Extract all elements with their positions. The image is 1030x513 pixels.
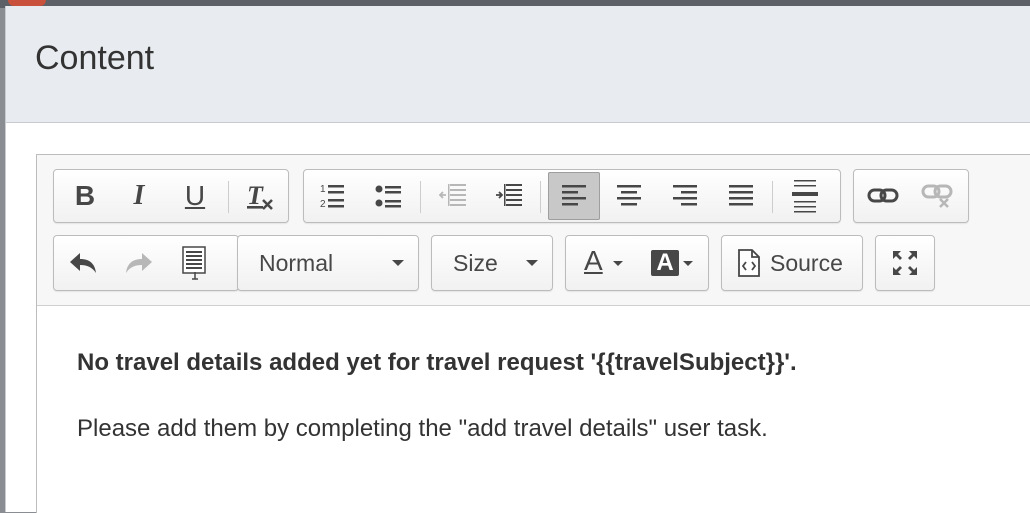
maximize-icon: [893, 251, 917, 275]
outdent-icon: [438, 184, 466, 206]
maximize-button[interactable]: [882, 241, 928, 285]
chevron-down-icon: [613, 260, 623, 266]
text-color-icon: A: [581, 245, 611, 281]
link-icon: [867, 188, 899, 203]
align-right-button[interactable]: [662, 174, 708, 218]
background-color-icon: A: [651, 249, 679, 276]
format-dropdown-label: Normal: [259, 250, 334, 276]
toolbar-separator: [420, 181, 421, 213]
bold-icon: B: [74, 180, 96, 211]
dialog-header: Content: [6, 6, 1030, 123]
numbered-list-icon: 1 2: [320, 184, 344, 210]
increase-indent-button[interactable]: [486, 174, 532, 218]
toolbar-separator: [228, 181, 229, 213]
editor-toolbar: B I U T 1 2 Normal Size A A Source: [37, 155, 1030, 306]
underline-button[interactable]: U: [172, 174, 218, 218]
horizontal-rule-button[interactable]: [782, 174, 828, 218]
source-group: Source: [721, 235, 863, 291]
align-center-button[interactable]: [606, 174, 652, 218]
bulleted-list-icon: [375, 185, 401, 208]
justify-icon: [729, 185, 753, 206]
remove-format-icon: T: [247, 181, 273, 210]
bulleted-list-button[interactable]: [366, 174, 412, 218]
underline-icon: U: [184, 180, 206, 211]
source-button-label: Source: [770, 249, 843, 276]
colors-group: A A: [565, 235, 709, 291]
svg-text:T: T: [247, 181, 264, 210]
format-dropdown[interactable]: Normal: [237, 235, 419, 291]
italic-icon: I: [133, 180, 145, 211]
undo-button[interactable]: [60, 241, 106, 285]
svg-text:2: 2: [320, 199, 326, 210]
chevron-down-icon: [683, 260, 693, 266]
numbered-list-button[interactable]: 1 2: [310, 174, 356, 218]
indent-icon: [496, 184, 522, 206]
paragraph-group: 1 2: [303, 169, 841, 223]
dialog-title: Content: [35, 39, 155, 77]
redo-button[interactable]: [116, 241, 162, 285]
italic-button[interactable]: I: [116, 174, 162, 218]
align-right-icon: [673, 185, 697, 206]
background-color-glyph: A: [656, 249, 674, 276]
text-color-button[interactable]: A: [572, 241, 632, 285]
history-group: [53, 235, 239, 291]
rich-text-editor: B I U T 1 2 Normal Size A A Source No tr…: [36, 154, 1030, 513]
align-left-icon: [562, 185, 586, 206]
links-group: [853, 169, 969, 223]
background-color-button[interactable]: A: [642, 241, 702, 285]
chevron-down-icon: [392, 260, 404, 266]
chevron-down-icon: [526, 260, 538, 266]
justify-button[interactable]: [718, 174, 764, 218]
size-dropdown[interactable]: Size: [431, 235, 553, 291]
decrease-indent-button[interactable]: [430, 174, 476, 218]
unlink-icon: [921, 184, 953, 208]
editor-content-area[interactable]: No travel details added yet for travel r…: [77, 349, 1017, 442]
text-color-glyph: A: [584, 245, 603, 276]
svg-text:1: 1: [320, 184, 326, 195]
content-dialog: Content B I U T 1 2 Normal Size A A Sour…: [5, 6, 1030, 513]
paste-from-word-button[interactable]: [172, 241, 218, 285]
align-center-icon: [617, 185, 641, 206]
toolbar-separator: [772, 181, 773, 213]
source-icon: [738, 249, 760, 277]
tools-group: [875, 235, 935, 291]
link-button[interactable]: [860, 174, 906, 218]
paste-icon: [182, 246, 206, 280]
redo-icon: [126, 253, 152, 273]
basic-styles-group: B I U T: [53, 169, 289, 223]
toolbar-separator: [540, 181, 541, 213]
source-button[interactable]: Source: [728, 241, 856, 285]
body-paragraph: Please add them by completing the "add t…: [77, 415, 768, 442]
remove-format-button[interactable]: T: [236, 174, 282, 218]
size-dropdown-label: Size: [453, 250, 498, 276]
bold-button[interactable]: B: [62, 174, 108, 218]
body-heading: No travel details added yet for travel r…: [77, 349, 797, 376]
align-left-button[interactable]: [548, 172, 600, 220]
undo-icon: [70, 253, 96, 273]
horizontal-rule-icon: [792, 180, 818, 213]
unlink-button[interactable]: [914, 174, 960, 218]
